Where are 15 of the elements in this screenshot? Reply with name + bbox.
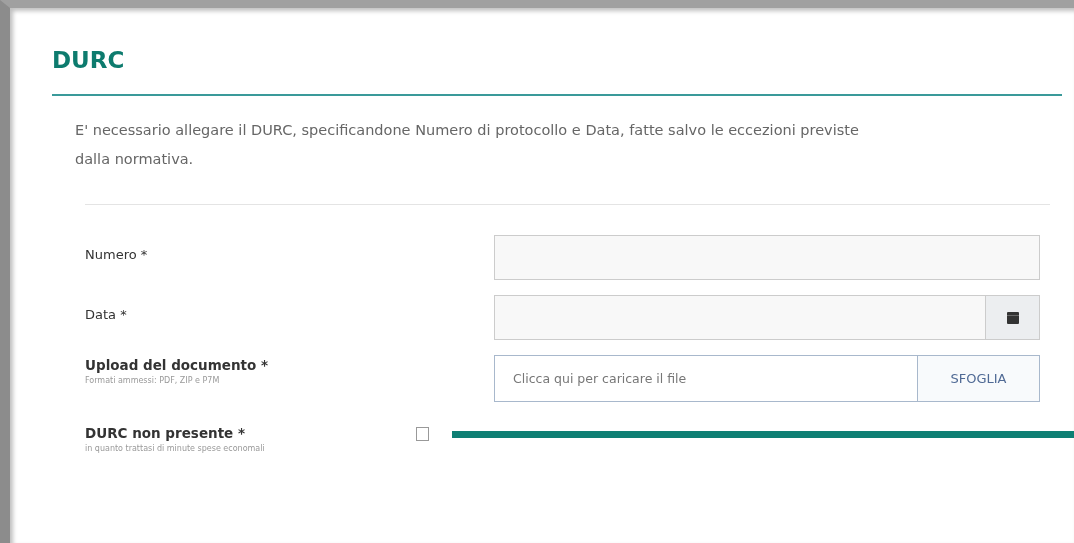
date-field[interactable] bbox=[494, 295, 986, 340]
calendar-icon bbox=[1006, 311, 1019, 324]
field-label: Numero * bbox=[85, 246, 148, 264]
field-label: Upload del documento * bbox=[85, 356, 269, 375]
section-description: E' necessario allegare il DURC, specificandone Numero di protocollo e Data, fatte salvo le eccezioni previste dalla normativa. bbox=[75, 121, 860, 169]
field-label: DURC non presente * bbox=[85, 424, 246, 443]
field-label: Data * bbox=[85, 306, 127, 324]
calendar-button[interactable] bbox=[986, 295, 1040, 340]
field-hint: Formati ammessi: PDF, ZIP e P7M bbox=[85, 375, 221, 387]
input-field[interactable] bbox=[494, 235, 1040, 280]
checkbox[interactable] bbox=[416, 427, 429, 441]
browse-button[interactable]: SFOGLIA bbox=[917, 356, 1039, 401]
section-title: DURC bbox=[52, 46, 126, 75]
file-upload-field[interactable]: Clicca qui per caricare il file SFOGLIA bbox=[494, 355, 1040, 402]
field-hint: in quanto trattasi di minute spese economali bbox=[85, 443, 266, 455]
